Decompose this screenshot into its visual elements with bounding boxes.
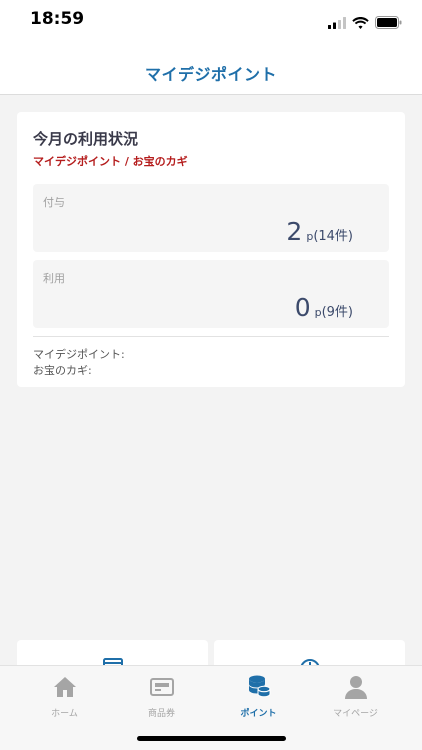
tab-label-gift-card: 商品券 [147,709,175,719]
grant-stat-box: 付与 2 p (14件) [33,184,389,252]
grant-value-row: 2 p (14件) [286,217,353,246]
home-icon [53,677,76,697]
card-subtitle: マイデジポイント / お宝のカギ [33,155,188,168]
use-value-row: 0 p (9件) [295,293,353,322]
person-icon [344,676,367,699]
home-indicator [137,736,286,741]
use-points-value: 0 [294,293,311,322]
monthly-usage-card: 今月の利用状況 マイデジポイント / お宝のカギ 付与 2 p (14件) 利用… [17,112,405,387]
card-title: 今月の利用状況 [33,130,139,148]
gift-card-icon [149,678,174,696]
treasure-key-info: お宝のカギ: [33,364,92,377]
page-title: マイデジポイント [144,65,277,84]
tab-label-points: ポイント [240,709,277,719]
grant-count: (14件) [313,229,353,244]
grant-label: 付与 [43,196,65,209]
navigation-header: マイデジポイント [0,44,422,95]
status-time: 18:59 [30,9,85,29]
tab-home[interactable]: ホーム [12,674,117,719]
grant-points-value: 2 [286,217,303,246]
tab-gift-card[interactable]: 商品券 [109,674,214,719]
battery-icon [375,16,402,29]
use-label: 利用 [43,272,65,285]
cellular-signal-icon [328,16,346,29]
use-points-unit: p [314,306,322,319]
status-bar: 18:59 [0,0,422,44]
tab-points[interactable]: ポイント [206,674,311,719]
tab-mypage[interactable]: マイページ [303,674,408,719]
status-icons [328,16,402,29]
use-count: (9件) [321,305,353,320]
mydigi-point-info: マイデジポイント: [33,348,125,361]
grant-points-unit: p [306,230,314,243]
divider [33,336,389,337]
tab-label-mypage: マイページ [333,709,378,719]
tab-label-home: ホーム [51,709,78,719]
use-stat-box: 利用 0 p (9件) [33,260,389,328]
coins-icon [248,675,270,698]
wifi-icon [352,16,369,29]
